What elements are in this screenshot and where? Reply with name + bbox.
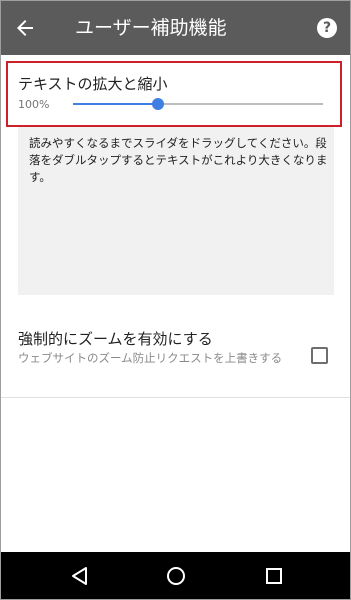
divider xyxy=(1,397,350,398)
force-zoom-description: ウェブサイトのズーム防止リクエストを上書きする xyxy=(18,351,283,365)
force-zoom-checkbox[interactable] xyxy=(311,347,328,364)
nav-home-icon[interactable] xyxy=(165,565,187,587)
preview-text: 読みやすくなるまでスライダをドラッグしてください。段落をダブルタップするとテキス… xyxy=(29,136,328,184)
page-title: ユーザー補助機能 xyxy=(75,17,227,39)
text-scaling-percent: 100% xyxy=(18,98,50,111)
navigation-bar xyxy=(1,552,350,599)
slider-thumb[interactable] xyxy=(152,98,164,110)
force-zoom-setting[interactable]: 強制的にズームを有効にする ウェブサイトのズーム防止リクエストを上書きする xyxy=(1,319,350,395)
app-bar: ユーザー補助機能 ? xyxy=(1,1,350,55)
text-scale-slider[interactable] xyxy=(73,97,323,111)
text-scaling-title: テキストの拡大と縮小 xyxy=(18,75,168,93)
force-zoom-title: 強制的にズームを有効にする xyxy=(18,330,213,348)
text-preview-box: 読みやすくなるまでスライダをドラッグしてください。段落をダブルタップするとテキス… xyxy=(18,127,334,295)
nav-recents-icon[interactable] xyxy=(263,565,285,587)
screen-frame: ユーザー補助機能 ? テキストの拡大と縮小 100% 読みやすくなるまでスライダ… xyxy=(0,0,351,600)
nav-back-icon[interactable] xyxy=(69,565,91,587)
slider-fill xyxy=(73,103,158,105)
help-icon[interactable]: ? xyxy=(317,18,337,38)
arrow-back-icon[interactable] xyxy=(13,16,37,40)
text-scaling-section: テキストの拡大と縮小 100% xyxy=(6,61,342,127)
